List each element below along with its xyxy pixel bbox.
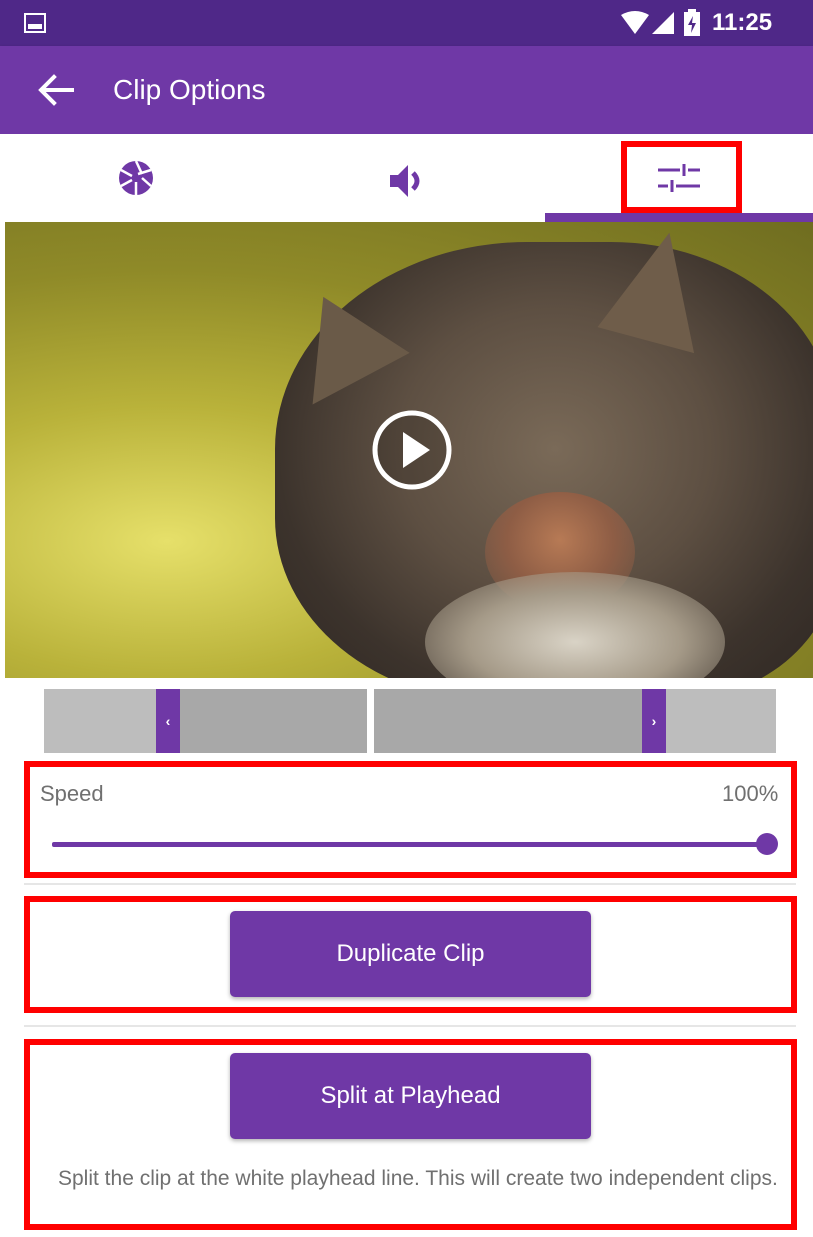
trimmed-region-right xyxy=(666,689,776,753)
speed-slider-thumb[interactable] xyxy=(756,833,778,855)
volume-icon xyxy=(390,165,420,197)
page-title: Clip Options xyxy=(113,74,266,105)
tab-color[interactable] xyxy=(0,134,271,222)
chevron-left-icon: ‹ xyxy=(165,713,171,729)
highlight-adjustments-tab xyxy=(621,141,742,213)
trimmed-region-left xyxy=(44,689,156,753)
trim-handle-left[interactable]: ‹ xyxy=(156,689,180,753)
status-time: 11:25 xyxy=(712,9,773,36)
app-bar: Clip Options xyxy=(0,46,813,134)
tab-selected-indicator xyxy=(545,213,813,222)
image-icon xyxy=(24,13,46,33)
speed-slider[interactable] xyxy=(52,832,778,856)
speed-value: 100% xyxy=(722,781,779,806)
playhead-line[interactable] xyxy=(367,689,374,753)
battery-charging-icon xyxy=(684,9,700,36)
highlight-speed-section xyxy=(24,761,797,878)
trim-handle-right[interactable]: › xyxy=(642,689,666,753)
split-description: Split the clip at the white playhead lin… xyxy=(58,1167,778,1190)
divider xyxy=(24,883,796,885)
wifi-icon xyxy=(621,11,649,34)
speed-slider-track xyxy=(52,842,762,847)
status-bar: 11:25 xyxy=(0,0,813,46)
back-arrow-icon[interactable] xyxy=(38,74,74,106)
divider xyxy=(24,1025,796,1027)
signal-icon xyxy=(652,12,674,34)
split-at-playhead-button[interactable]: Split at Playhead xyxy=(230,1053,591,1139)
speed-label: Speed xyxy=(40,781,104,806)
tab-audio[interactable] xyxy=(271,134,542,222)
play-icon[interactable] xyxy=(370,408,454,492)
duplicate-clip-button[interactable]: Duplicate Clip xyxy=(230,911,591,997)
chevron-right-icon: › xyxy=(651,713,657,729)
aperture-icon xyxy=(119,160,153,195)
clip-timeline[interactable]: ‹ › xyxy=(44,689,776,753)
video-preview[interactable] xyxy=(5,222,813,678)
